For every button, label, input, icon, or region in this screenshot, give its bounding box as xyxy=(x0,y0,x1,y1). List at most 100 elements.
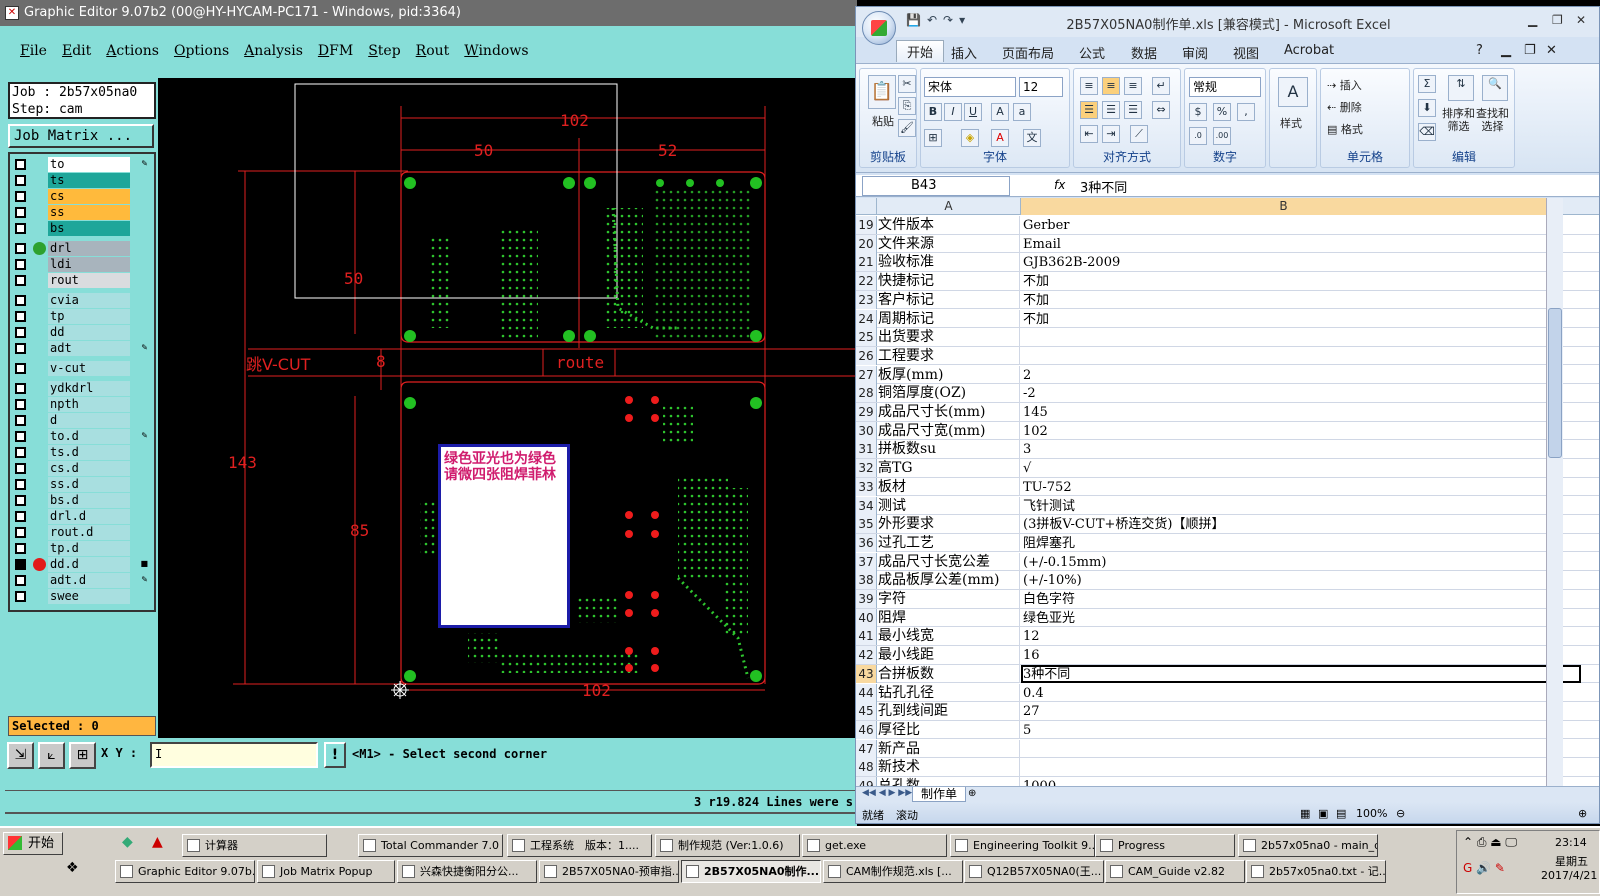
merge-icon[interactable]: ⇔ xyxy=(1152,101,1170,119)
layer-row[interactable]: ss xyxy=(12,205,152,220)
taskbar-button[interactable]: get.exe xyxy=(802,834,947,857)
row-number[interactable]: 29 xyxy=(856,403,877,421)
menu-file[interactable]: File xyxy=(20,43,47,59)
name-box[interactable]: B43 xyxy=(862,176,1010,196)
xy-input[interactable]: I xyxy=(150,742,318,768)
layer-name[interactable]: cs xyxy=(48,189,130,204)
taskbar-button[interactable]: 2b57x05na0 - main_qa xyxy=(1238,834,1378,857)
bold-icon[interactable]: B xyxy=(924,103,942,121)
cell-a[interactable]: 成品板厚公差(mm) xyxy=(877,571,1020,590)
view-normal-icon[interactable]: ▦ xyxy=(1300,807,1310,820)
cell-a[interactable]: 孔到线间距 xyxy=(877,702,1020,721)
quicklaunch-icon[interactable]: ❖ xyxy=(66,860,79,876)
taskbar-button[interactable]: Q12B57X05NA0(王... xyxy=(964,860,1104,883)
taskbar-button[interactable]: 2B57X05NA0制作... xyxy=(681,860,821,883)
cell-a[interactable]: 新产品 xyxy=(877,739,1020,758)
layer-name[interactable]: v-cut xyxy=(48,361,130,376)
paste-label[interactable]: 粘贴 xyxy=(872,113,894,129)
layer-name[interactable]: bs.d xyxy=(48,493,130,508)
layer-name[interactable]: tp.d xyxy=(48,541,130,556)
layer-name[interactable]: tp xyxy=(48,309,130,324)
cell-b[interactable]: (+/-0.15mm) xyxy=(1021,553,1581,571)
cell-b[interactable]: 不加 xyxy=(1021,291,1581,309)
orientation-icon[interactable]: ⟋ xyxy=(1130,125,1148,143)
pdf-icon[interactable]: ▲ xyxy=(152,834,163,850)
row-number[interactable]: 27 xyxy=(856,365,877,384)
fill-color-icon[interactable]: ◈ xyxy=(961,129,979,147)
zoom-level[interactable]: 100% xyxy=(1356,807,1387,820)
find-select-label[interactable]: 查找和 选择 xyxy=(1476,107,1509,133)
menu-dfm[interactable]: DFM xyxy=(318,43,353,59)
align-center-icon[interactable]: ☰ xyxy=(1102,101,1120,119)
taskbar-button[interactable]: 2B57X05NA0-预审指... xyxy=(539,860,679,883)
layer-checkbox[interactable] xyxy=(15,479,26,490)
tab-review[interactable]: 审阅 xyxy=(1182,43,1208,62)
cell-b[interactable]: 5 xyxy=(1021,721,1581,739)
row-number[interactable]: 28 xyxy=(856,384,877,403)
styles-icon[interactable]: A xyxy=(1278,77,1308,107)
layer-row[interactable]: rout.d xyxy=(12,525,152,540)
cell-b[interactable]: TU-752 xyxy=(1021,478,1581,496)
layer-name[interactable]: drl xyxy=(48,241,130,256)
align-middle-icon[interactable]: ≡ xyxy=(1102,77,1120,95)
col-header-b[interactable]: B xyxy=(1021,198,1547,215)
view-layout-icon[interactable]: ▣ xyxy=(1318,807,1328,820)
new-sheet-icon[interactable]: ⊕ xyxy=(968,788,976,799)
tray-icons[interactable]: ⌃ ⎙ ⏏ 🖵 xyxy=(1463,835,1517,850)
layer-checkbox[interactable] xyxy=(15,295,26,306)
maximize-icon[interactable]: ❐ xyxy=(1552,13,1563,27)
row-number[interactable]: 42 xyxy=(856,646,877,665)
row-number[interactable]: 44 xyxy=(856,683,877,702)
align-bottom-icon[interactable]: ≡ xyxy=(1124,77,1142,95)
zoom-out-icon[interactable]: ⊖ xyxy=(1396,807,1405,820)
layer-checkbox[interactable] xyxy=(15,431,26,442)
layer-name[interactable]: d xyxy=(48,413,130,428)
cell-a[interactable]: 验收标准 xyxy=(877,253,1020,272)
tab-formulas[interactable]: 公式 xyxy=(1079,43,1105,62)
layer-name[interactable]: ydkdrl xyxy=(48,381,130,396)
row-number[interactable]: 43 xyxy=(856,664,877,683)
cell-a[interactable]: 总孔数 xyxy=(877,777,1020,786)
cell-a[interactable]: 厚径比 xyxy=(877,720,1020,739)
cell-a[interactable]: 出货要求 xyxy=(877,328,1020,347)
grow-font-icon[interactable]: A xyxy=(991,103,1009,121)
row-number[interactable]: 21 xyxy=(856,253,877,272)
vertical-scrollbar[interactable] xyxy=(1546,198,1563,786)
row-number[interactable]: 40 xyxy=(856,608,877,627)
layer-name[interactable]: swee xyxy=(48,589,130,604)
cell-a[interactable]: 板厚(mm) xyxy=(877,365,1020,384)
layer-checkbox[interactable] xyxy=(15,591,26,602)
format-painter-icon[interactable]: 🖌 xyxy=(898,119,916,137)
wrap-text-icon[interactable]: ↵ xyxy=(1152,77,1170,95)
layer-checkbox[interactable] xyxy=(15,327,26,338)
cell-a[interactable]: 外形要求 xyxy=(877,515,1020,534)
layer-checkbox[interactable] xyxy=(15,575,26,586)
cell-b[interactable]: √ xyxy=(1021,459,1581,477)
cell-b[interactable]: -2 xyxy=(1021,384,1581,402)
layer-row[interactable]: ldi xyxy=(12,257,152,272)
fx-icon[interactable]: fx xyxy=(1054,178,1065,192)
layer-name[interactable]: ss xyxy=(48,205,130,220)
layer-checkbox[interactable] xyxy=(15,311,26,322)
menu-actions[interactable]: Actions xyxy=(106,43,159,59)
menu-step[interactable]: Step xyxy=(368,43,400,59)
menu-options[interactable]: Options xyxy=(174,43,229,59)
taskbar-button[interactable]: Job Matrix Popup xyxy=(257,860,395,883)
scroll-thumb[interactable] xyxy=(1548,308,1562,458)
row-number[interactable]: 31 xyxy=(856,440,877,459)
taskbar-button[interactable]: Graphic Editor 9.07b... xyxy=(115,860,255,883)
grid-icon[interactable]: ⊞ xyxy=(69,742,96,769)
row-number[interactable]: 23 xyxy=(856,290,877,309)
layer-row[interactable]: dd.d ■ xyxy=(12,557,152,572)
row-number[interactable]: 20 xyxy=(856,234,877,253)
layer-row[interactable]: ts xyxy=(12,173,152,188)
cell-b[interactable]: 145 xyxy=(1021,403,1581,421)
layer-checkbox[interactable] xyxy=(15,207,26,218)
row-number[interactable]: 32 xyxy=(856,459,877,478)
decrease-indent-icon[interactable]: ⇤ xyxy=(1080,125,1098,143)
office-button[interactable] xyxy=(862,11,896,45)
layer-row[interactable]: to.d ✎ xyxy=(12,429,152,444)
cell-a[interactable]: 文件来源 xyxy=(877,234,1020,253)
layer-name[interactable]: ss.d xyxy=(48,477,130,492)
sort-filter-label[interactable]: 排序和 筛选 xyxy=(1442,107,1475,133)
